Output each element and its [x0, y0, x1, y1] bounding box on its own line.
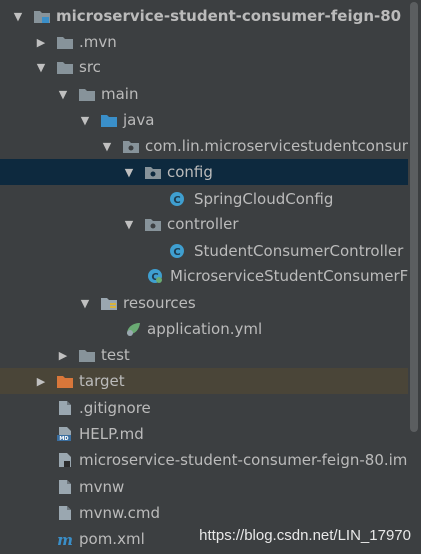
collapsed-arrow-icon[interactable]: ▶ — [34, 374, 48, 388]
tree-item-resources[interactable]: ▼ resources — [0, 290, 408, 316]
svg-text:C: C — [173, 195, 180, 206]
tree-item-label: .gitignore — [79, 399, 151, 417]
tree-item-mvnw[interactable]: mvnw — [0, 474, 408, 500]
tree-item-label: microservice-student-consumer-feign-80.i… — [79, 451, 408, 469]
text-file-icon — [59, 480, 71, 494]
tree-item-java[interactable]: ▼ java — [0, 107, 408, 133]
expand-arrow-icon[interactable]: ▼ — [100, 139, 114, 153]
excluded-folder-icon — [57, 376, 73, 388]
tree-item-target[interactable]: ▶ target — [0, 368, 408, 394]
expand-arrow-icon[interactable]: ▼ — [11, 9, 25, 23]
source-folder-icon — [101, 115, 117, 127]
tree-item-help-md[interactable]: MD HELP.md — [0, 421, 408, 447]
tree-item-gitignore[interactable]: .gitignore — [0, 395, 408, 421]
tree-item-label: pom.xml — [79, 530, 145, 548]
tree-item-application-yml[interactable]: application.yml — [0, 316, 408, 342]
tree-item-label: main — [101, 85, 139, 103]
tree-item-label: java — [123, 111, 155, 129]
expand-arrow-icon[interactable]: ▼ — [122, 217, 136, 231]
spring-boot-class-icon: C — [148, 269, 162, 283]
tree-item-config[interactable]: ▼ config — [0, 159, 408, 185]
tree-item-label: microservice-student-consumer-feign-80 — [56, 7, 402, 25]
module-folder-icon — [34, 11, 50, 23]
vertical-scrollbar[interactable] — [409, 0, 420, 554]
watermark-text: https://blog.csdn.net/LIN_17970 — [199, 527, 411, 544]
text-file-icon — [59, 401, 71, 415]
java-class-icon: C — [170, 192, 184, 206]
module-file-icon — [59, 453, 71, 467]
folder-icon — [79, 350, 95, 362]
expand-arrow-icon[interactable]: ▼ — [122, 165, 136, 179]
tree-item-main[interactable]: ▼ main — [0, 81, 408, 107]
svg-text:m: m — [57, 531, 73, 547]
scrollbar-thumb[interactable] — [410, 2, 418, 432]
tree-item-label: mvnw.cmd — [79, 504, 161, 522]
tree-item-label: MicroserviceStudentConsumerFeignApplicat… — [170, 267, 408, 285]
expand-arrow-icon[interactable]: ▼ — [34, 60, 48, 74]
folder-icon — [57, 62, 73, 74]
collapsed-arrow-icon[interactable]: ▶ — [56, 348, 70, 362]
tree-item-label: resources — [123, 294, 196, 312]
spring-config-icon — [127, 323, 140, 336]
expand-arrow-icon[interactable]: ▼ — [56, 87, 70, 101]
tree-item-spring-cloud-config[interactable]: C SpringCloudConfig — [0, 186, 408, 212]
folder-icon — [57, 37, 73, 49]
expand-arrow-icon[interactable]: ▼ — [78, 113, 92, 127]
tree-item-label: HELP.md — [79, 425, 144, 443]
tree-item-mvnw-cmd[interactable]: mvnw.cmd — [0, 500, 408, 526]
tree-item-src[interactable]: ▼ src — [0, 54, 408, 80]
tree-item-label: config — [167, 163, 213, 181]
markdown-file-icon: MD — [57, 427, 71, 442]
tree-item-label: src — [79, 58, 101, 76]
svg-text:MD: MD — [59, 436, 68, 442]
tree-item-label: application.yml — [147, 320, 263, 338]
resources-folder-icon — [101, 298, 117, 310]
tree-item-label: StudentConsumerController — [194, 242, 404, 260]
collapsed-arrow-icon[interactable]: ▶ — [34, 35, 48, 49]
tree-item-application-class[interactable]: C MicroserviceStudentConsumerFeignApplic… — [0, 263, 408, 289]
text-file-icon — [59, 506, 71, 520]
tree-item-student-consumer-controller[interactable]: C StudentConsumerController — [0, 238, 408, 264]
tree-item-label: target — [79, 372, 125, 390]
project-tree: ▼ microservice-student-consumer-feign-80… — [0, 0, 408, 554]
tree-item-root[interactable]: ▼ microservice-student-consumer-feign-80 — [0, 3, 408, 29]
java-class-icon: C — [170, 244, 184, 258]
tree-item-label: test — [101, 346, 130, 364]
tree-item-mvn[interactable]: ▶ .mvn — [0, 29, 408, 55]
tree-item-label: .mvn — [79, 33, 117, 51]
tree-item-label: SpringCloudConfig — [194, 190, 334, 208]
svg-text:C: C — [173, 247, 180, 258]
tree-item-test[interactable]: ▶ test — [0, 342, 408, 368]
tree-item-package[interactable]: ▼ com.lin.microservicestudentconsumer — [0, 133, 408, 159]
package-icon — [123, 141, 139, 153]
package-icon — [145, 167, 161, 179]
package-icon — [145, 219, 161, 231]
folder-icon — [79, 89, 95, 101]
tree-item-label: mvnw — [79, 478, 125, 496]
tree-item-label: controller — [167, 215, 239, 233]
tree-item-label: com.lin.microservicestudentconsumer — [145, 137, 408, 155]
expand-arrow-icon[interactable]: ▼ — [78, 296, 92, 310]
tree-item-iml[interactable]: microservice-student-consumer-feign-80.i… — [0, 447, 408, 473]
maven-icon: m — [57, 531, 73, 547]
tree-item-controller[interactable]: ▼ controller — [0, 211, 408, 237]
